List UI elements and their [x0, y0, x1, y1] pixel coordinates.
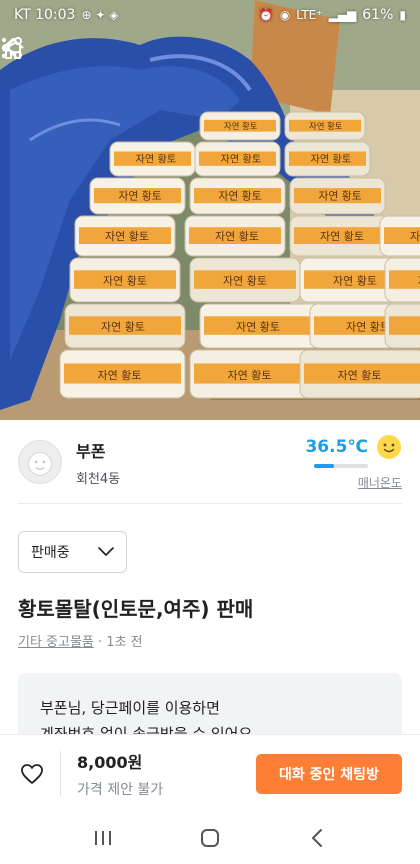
bag-label: 자연 황토 [101, 320, 145, 333]
recent-apps-icon [95, 831, 112, 845]
location-icon: ◉ [279, 8, 291, 22]
bag-label: 자연 황토 [228, 369, 272, 382]
manner-temp-value: 36.5℃ [305, 436, 368, 457]
price-info: 8,000원 가격 제안 불가 [77, 749, 256, 799]
bag-label: 자연 황토 [215, 230, 259, 243]
bag-label: 자연 황토 [219, 190, 262, 203]
bag-label: 자연 황토 [98, 369, 142, 382]
seller-name: 부폰 [76, 441, 106, 461]
system-back-icon [311, 829, 322, 847]
sale-status-select[interactable]: 판매중 [18, 531, 127, 573]
mortar-bag: 자연 황토 [184, 215, 286, 257]
mortar-bag: 자연 황토 [69, 257, 181, 303]
bag-label: 자연 황토 [309, 121, 343, 131]
system-navigation-bar [0, 812, 420, 864]
mortar-bag: 자연 황토 [74, 215, 176, 257]
mortar-bag: 자연 황토 [289, 215, 391, 257]
mortar-bag: 자연 황토 [189, 177, 286, 215]
system-home-button[interactable] [190, 818, 230, 858]
chat-room-button[interactable]: 대화 중인 채팅방 [256, 753, 402, 794]
bag-label: 자연 황토 [333, 274, 377, 287]
manner-temp-label[interactable]: 매너온도 [358, 474, 402, 491]
bag-label: 자연 황토 [224, 121, 258, 131]
mortar-bag: 자연 황토 [299, 349, 420, 399]
mortar-bag: 자연 황토 [384, 303, 420, 349]
posted-time: · 1초 전 [93, 635, 143, 650]
price: 8,000원 [77, 752, 143, 772]
seller-profile[interactable]: 부폰 회천4동 36.5℃ 매너온도 [0, 420, 420, 504]
home-button[interactable] [2, 38, 98, 74]
sale-status-value: 판매중 [31, 545, 70, 561]
bag-label: 자연 황토 [338, 369, 382, 382]
smile-face-icon [377, 434, 401, 459]
bag-label: 자연 황토 [311, 153, 352, 165]
bag-label: 자연 황토 [103, 274, 147, 287]
manner-temp-bar [314, 463, 368, 468]
like-button[interactable] [18, 760, 46, 788]
battery-level: 61% [362, 7, 394, 23]
bag-label: 자연 황토 [136, 153, 177, 165]
more-button[interactable] [1, 37, 406, 74]
listing-title: 황토몰탈(인토문,여주) 판매 [18, 597, 254, 621]
pay-banner-line1: 부폰님, 당근페이를 이용하면 [40, 699, 220, 717]
mortar-bag: 자연 황토 [189, 257, 301, 303]
bottom-action-bar: 8,000원 가격 제안 불가 대화 중인 채팅방 [0, 734, 420, 812]
bag-label: 자연 황토 [119, 190, 162, 203]
alarm-icon: ⏰ [258, 8, 274, 22]
mortar-bag: 자연 황토 [194, 141, 281, 177]
more-icon [1, 37, 7, 59]
listing-meta: 기타 중고물품 · 1초 전 [18, 631, 143, 650]
bag-label: 자연 황토 [236, 320, 280, 333]
product-photo[interactable]: 자연 황토 자연 황토 자연 황토 자연 황토 자연 황토 자연 황토 자연 황토 자연 황토… [0, 0, 420, 420]
mortar-bag: 자연 황토 [379, 215, 420, 257]
recent-apps-button[interactable] [83, 818, 123, 858]
negotiation-status: 가격 제안 불가 [77, 781, 164, 798]
mortar-bag: 자연 황토 [189, 349, 316, 399]
mortar-bag: 자연 황토 [199, 303, 321, 349]
status-bar: KT 10:03 ⊕ ✦ ◈ ⏰ ◉ LTE⁺ ▂▄▆ 61% ▮ [0, 0, 420, 30]
share-button[interactable] [2, 37, 354, 74]
bag-label: 자연 황토 [223, 274, 267, 287]
bag-label: 자연 황토 [105, 230, 149, 243]
notification-icon: ⊕ ✦ ◈ [81, 8, 119, 22]
heart-icon [21, 763, 43, 784]
mortar-bag: 자연 황토 [89, 177, 186, 215]
network-label: LTE⁺ [296, 8, 323, 22]
bag-label: 자연 황토 [346, 320, 390, 333]
mortar-bag: 자연 황토 [284, 141, 371, 177]
mortar-bag: 자연 황토 [199, 111, 281, 141]
chevron-down-icon [98, 547, 114, 556]
seller-location: 회천4동 [76, 471, 121, 487]
bag-label: 자연 황토 [410, 230, 420, 243]
avatar[interactable] [18, 440, 62, 484]
mortar-bag: 자연 황토 [64, 303, 186, 349]
mortar-bag: 자연 황토 [284, 111, 366, 141]
mortar-bag: 자연 황토 [289, 177, 386, 215]
category-link[interactable]: 기타 중고물품 [18, 635, 94, 650]
action-bar-divider [60, 750, 61, 797]
bag-label: 자연 황토 [319, 190, 362, 203]
status-time: KT 10:03 [14, 7, 76, 23]
manner-temperature[interactable]: 36.5℃ 매너온도 [305, 434, 402, 491]
top-nav [0, 36, 420, 80]
signal-icon: ▂▄▆ [328, 8, 357, 22]
system-back-button[interactable] [297, 818, 337, 858]
mortar-bag: 자연 황토 [109, 141, 196, 177]
mortar-bag: 자연 황토 [59, 349, 186, 399]
battery-icon: ▮ [399, 8, 406, 22]
bag-label: 자연 황토 [320, 230, 364, 243]
divider [18, 503, 402, 504]
system-home-icon [200, 829, 219, 847]
default-avatar-icon [28, 451, 52, 476]
mortar-bag: 자연 황토 [384, 257, 420, 303]
bag-label: 자연 황토 [221, 153, 262, 165]
manner-temp-bar-fill [314, 463, 334, 468]
